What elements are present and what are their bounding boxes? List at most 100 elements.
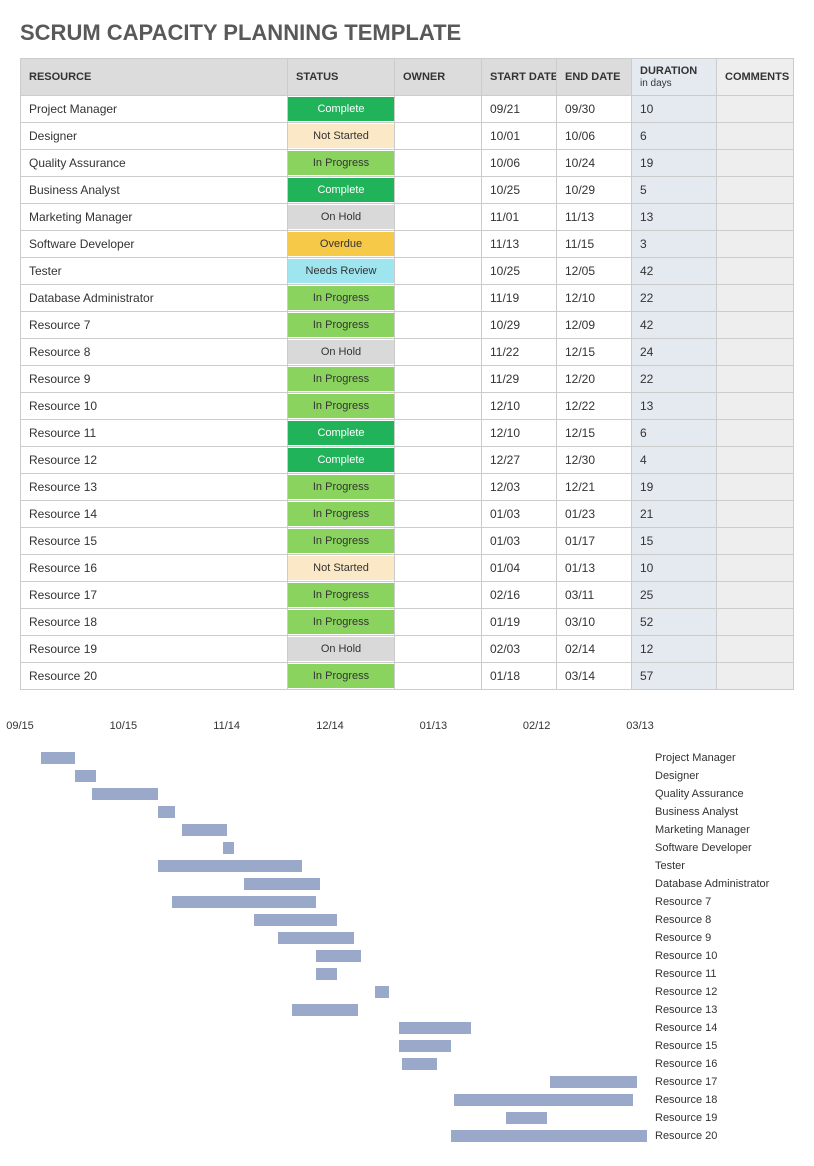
cell-status[interactable]: On Hold — [288, 339, 395, 366]
cell-status[interactable]: In Progress — [288, 501, 395, 528]
cell-duration[interactable]: 24 — [632, 339, 717, 366]
cell-end-date[interactable]: 12/09 — [557, 312, 632, 339]
cell-end-date[interactable]: 10/06 — [557, 123, 632, 150]
cell-start-date[interactable]: 02/03 — [482, 636, 557, 663]
cell-duration[interactable]: 42 — [632, 258, 717, 285]
cell-duration[interactable]: 25 — [632, 582, 717, 609]
cell-owner[interactable] — [395, 636, 482, 663]
cell-comments[interactable] — [717, 609, 794, 636]
cell-resource[interactable]: Resource 14 — [21, 501, 288, 528]
cell-status[interactable]: In Progress — [288, 150, 395, 177]
cell-comments[interactable] — [717, 474, 794, 501]
cell-duration[interactable]: 15 — [632, 528, 717, 555]
cell-end-date[interactable]: 12/05 — [557, 258, 632, 285]
cell-status[interactable]: In Progress — [288, 474, 395, 501]
cell-start-date[interactable]: 10/25 — [482, 258, 557, 285]
cell-duration[interactable]: 22 — [632, 285, 717, 312]
cell-comments[interactable] — [717, 366, 794, 393]
cell-resource[interactable]: Tester — [21, 258, 288, 285]
cell-status[interactable]: In Progress — [288, 663, 395, 690]
cell-owner[interactable] — [395, 528, 482, 555]
cell-comments[interactable] — [717, 177, 794, 204]
cell-start-date[interactable]: 11/22 — [482, 339, 557, 366]
cell-duration[interactable]: 5 — [632, 177, 717, 204]
cell-resource[interactable]: Resource 19 — [21, 636, 288, 663]
cell-end-date[interactable]: 12/15 — [557, 420, 632, 447]
cell-comments[interactable] — [717, 150, 794, 177]
cell-start-date[interactable]: 12/10 — [482, 420, 557, 447]
cell-end-date[interactable]: 12/15 — [557, 339, 632, 366]
cell-comments[interactable] — [717, 420, 794, 447]
cell-duration[interactable]: 21 — [632, 501, 717, 528]
cell-start-date[interactable]: 12/27 — [482, 447, 557, 474]
cell-owner[interactable] — [395, 231, 482, 258]
cell-resource[interactable]: Resource 7 — [21, 312, 288, 339]
cell-duration[interactable]: 42 — [632, 312, 717, 339]
cell-start-date[interactable]: 01/04 — [482, 555, 557, 582]
cell-duration[interactable]: 52 — [632, 609, 717, 636]
cell-start-date[interactable]: 11/29 — [482, 366, 557, 393]
cell-status[interactable]: Overdue — [288, 231, 395, 258]
cell-owner[interactable] — [395, 474, 482, 501]
cell-status[interactable]: Complete — [288, 420, 395, 447]
cell-comments[interactable] — [717, 555, 794, 582]
cell-status[interactable]: In Progress — [288, 393, 395, 420]
cell-duration[interactable]: 19 — [632, 474, 717, 501]
cell-status[interactable]: Not Started — [288, 555, 395, 582]
cell-comments[interactable] — [717, 393, 794, 420]
cell-resource[interactable]: Resource 20 — [21, 663, 288, 690]
cell-comments[interactable] — [717, 96, 794, 123]
cell-start-date[interactable]: 10/29 — [482, 312, 557, 339]
cell-end-date[interactable]: 12/20 — [557, 366, 632, 393]
cell-comments[interactable] — [717, 501, 794, 528]
cell-resource[interactable]: Resource 8 — [21, 339, 288, 366]
cell-start-date[interactable]: 11/01 — [482, 204, 557, 231]
cell-owner[interactable] — [395, 582, 482, 609]
cell-owner[interactable] — [395, 150, 482, 177]
cell-start-date[interactable]: 02/16 — [482, 582, 557, 609]
cell-owner[interactable] — [395, 609, 482, 636]
cell-start-date[interactable]: 10/06 — [482, 150, 557, 177]
cell-start-date[interactable]: 10/01 — [482, 123, 557, 150]
cell-resource[interactable]: Marketing Manager — [21, 204, 288, 231]
cell-resource[interactable]: Business Analyst — [21, 177, 288, 204]
cell-end-date[interactable]: 12/10 — [557, 285, 632, 312]
cell-resource[interactable]: Resource 13 — [21, 474, 288, 501]
cell-duration[interactable]: 13 — [632, 393, 717, 420]
cell-resource[interactable]: Project Manager — [21, 96, 288, 123]
cell-owner[interactable] — [395, 366, 482, 393]
cell-start-date[interactable]: 12/10 — [482, 393, 557, 420]
cell-status[interactable]: Complete — [288, 447, 395, 474]
cell-owner[interactable] — [395, 123, 482, 150]
cell-duration[interactable]: 10 — [632, 96, 717, 123]
cell-end-date[interactable]: 01/17 — [557, 528, 632, 555]
cell-start-date[interactable]: 11/19 — [482, 285, 557, 312]
cell-end-date[interactable]: 12/30 — [557, 447, 632, 474]
cell-comments[interactable] — [717, 528, 794, 555]
cell-comments[interactable] — [717, 285, 794, 312]
cell-start-date[interactable]: 01/19 — [482, 609, 557, 636]
cell-owner[interactable] — [395, 420, 482, 447]
cell-end-date[interactable]: 11/13 — [557, 204, 632, 231]
cell-duration[interactable]: 4 — [632, 447, 717, 474]
cell-status[interactable]: Not Started — [288, 123, 395, 150]
cell-resource[interactable]: Resource 16 — [21, 555, 288, 582]
cell-comments[interactable] — [717, 663, 794, 690]
cell-end-date[interactable]: 10/24 — [557, 150, 632, 177]
cell-status[interactable]: In Progress — [288, 366, 395, 393]
cell-end-date[interactable]: 03/14 — [557, 663, 632, 690]
cell-comments[interactable] — [717, 582, 794, 609]
cell-duration[interactable]: 6 — [632, 420, 717, 447]
cell-resource[interactable]: Resource 18 — [21, 609, 288, 636]
cell-owner[interactable] — [395, 258, 482, 285]
cell-status[interactable]: In Progress — [288, 312, 395, 339]
cell-comments[interactable] — [717, 339, 794, 366]
cell-end-date[interactable]: 02/14 — [557, 636, 632, 663]
cell-status[interactable]: Needs Review — [288, 258, 395, 285]
cell-comments[interactable] — [717, 447, 794, 474]
cell-owner[interactable] — [395, 447, 482, 474]
cell-owner[interactable] — [395, 285, 482, 312]
cell-comments[interactable] — [717, 258, 794, 285]
cell-start-date[interactable]: 09/21 — [482, 96, 557, 123]
cell-duration[interactable]: 3 — [632, 231, 717, 258]
